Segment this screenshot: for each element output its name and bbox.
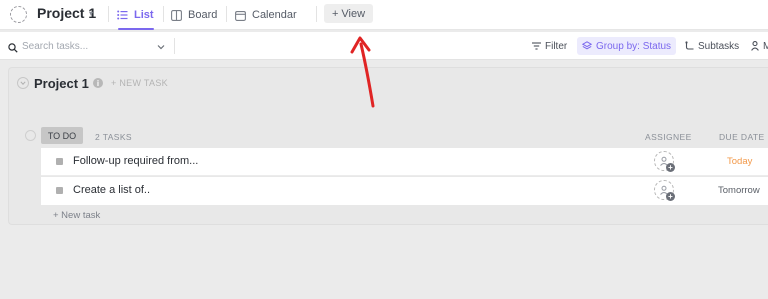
annotation-arrow-icon [350, 36, 375, 108]
